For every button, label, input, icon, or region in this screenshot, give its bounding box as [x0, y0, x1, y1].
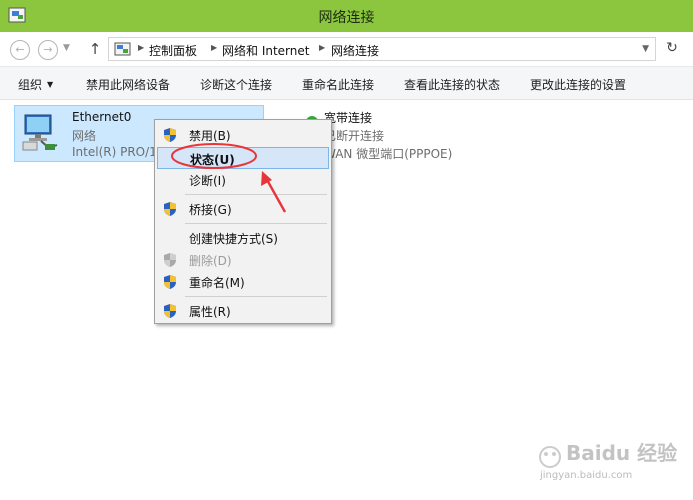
menu-item-diagnose[interactable]: 诊断(I) [157, 169, 329, 191]
uac-shield-icon [164, 304, 176, 318]
connection-device: WAN 微型端口(PPPOE) [324, 147, 453, 161]
command-bar: 组织 ▼ 禁用此网络设备 诊断这个连接 重命名此连接 查看此连接的状态 更改此连接… [0, 66, 693, 100]
forward-button[interactable]: → [38, 40, 58, 60]
watermark-url: jingyan.baidu.com [540, 470, 633, 481]
connection-device: Intel(R) PRO/1000 [72, 145, 162, 159]
address-bar[interactable]: ▶ 控制面板 ▶ 网络和 Internet ▶ 网络连接 ▼ [108, 37, 656, 61]
diagnose-button[interactable]: 诊断这个连接 [200, 76, 272, 93]
address-row: ← → ▼ ↑ ▶ 控制面板 ▶ 网络和 Internet ▶ 网络连接 ▼ [0, 32, 693, 66]
back-button[interactable]: ← [10, 40, 30, 60]
breadcrumb-separator-icon[interactable]: ▶ [211, 43, 217, 52]
breadcrumb-network-connections[interactable]: 网络连接 [331, 42, 379, 59]
control-panel-icon [114, 42, 131, 56]
menu-item-label: 属性(R) [189, 305, 231, 319]
menu-separator [185, 223, 327, 224]
view-status-button[interactable]: 查看此连接的状态 [404, 76, 500, 93]
up-arrow-icon[interactable]: ↑ [86, 39, 104, 59]
menu-item-create-shortcut[interactable]: 创建快捷方式(S) [157, 227, 329, 249]
menu-separator [185, 296, 327, 297]
menu-item-label: 创建快捷方式(S) [189, 232, 278, 246]
breadcrumb-network-internet[interactable]: 网络和 Internet [222, 42, 309, 59]
window-title: 网络连接 [318, 10, 375, 26]
recent-locations-chevron-icon[interactable]: ▼ [63, 43, 70, 53]
disable-device-button[interactable]: 禁用此网络设备 [86, 76, 170, 93]
menu-item-label: 禁用(B) [189, 129, 231, 143]
change-settings-button[interactable]: 更改此连接的设置 [530, 76, 626, 93]
rename-button[interactable]: 重命名此连接 [302, 76, 374, 93]
organize-label: 组织 [18, 78, 43, 92]
address-dropdown-icon[interactable]: ▼ [642, 44, 649, 54]
organize-button[interactable]: 组织 ▼ [18, 76, 53, 93]
breadcrumb-control-panel[interactable]: 控制面板 [149, 42, 197, 59]
watermark-brand: Baidu 经验 [566, 441, 678, 465]
menu-item-status[interactable]: 状态(U) [157, 147, 329, 169]
title-bar: 网络连接 [0, 0, 693, 32]
menu-item-properties[interactable]: 属性(R) [157, 300, 329, 322]
menu-item-delete[interactable]: 删除(D) [157, 249, 329, 271]
breadcrumb-separator-icon: ▶ [138, 43, 145, 52]
uac-shield-icon [164, 202, 176, 216]
menu-item-disable[interactable]: 禁用(B) [157, 124, 329, 146]
uac-shield-icon [164, 128, 176, 142]
menu-item-rename[interactable]: 重命名(M) [157, 271, 329, 293]
refresh-icon[interactable]: ↻ [660, 36, 684, 60]
menu-item-label: 重命名(M) [189, 276, 245, 290]
connection-name: Ethernet0 [72, 110, 132, 124]
context-menu: 禁用(B) 状态(U) 诊断(I) 桥接(G) 创建快捷方式(S) 删除(D) … [154, 119, 332, 324]
connection-status: 已断开连接 [324, 129, 385, 143]
menu-item-label: 状态(U) [190, 153, 235, 167]
ethernet-adapter-icon [22, 114, 58, 151]
uac-shield-icon [164, 253, 176, 267]
chevron-down-icon: ▼ [47, 80, 54, 89]
breadcrumb-separator-icon[interactable]: ▶ [319, 43, 325, 52]
menu-item-label: 诊断(I) [189, 174, 226, 188]
menu-separator [185, 194, 327, 195]
menu-item-label: 删除(D) [189, 254, 232, 268]
menu-item-bridge[interactable]: 桥接(G) [157, 198, 329, 220]
connection-status: 网络 [72, 129, 97, 143]
uac-shield-icon [164, 275, 176, 289]
menu-item-label: 桥接(G) [189, 203, 232, 217]
